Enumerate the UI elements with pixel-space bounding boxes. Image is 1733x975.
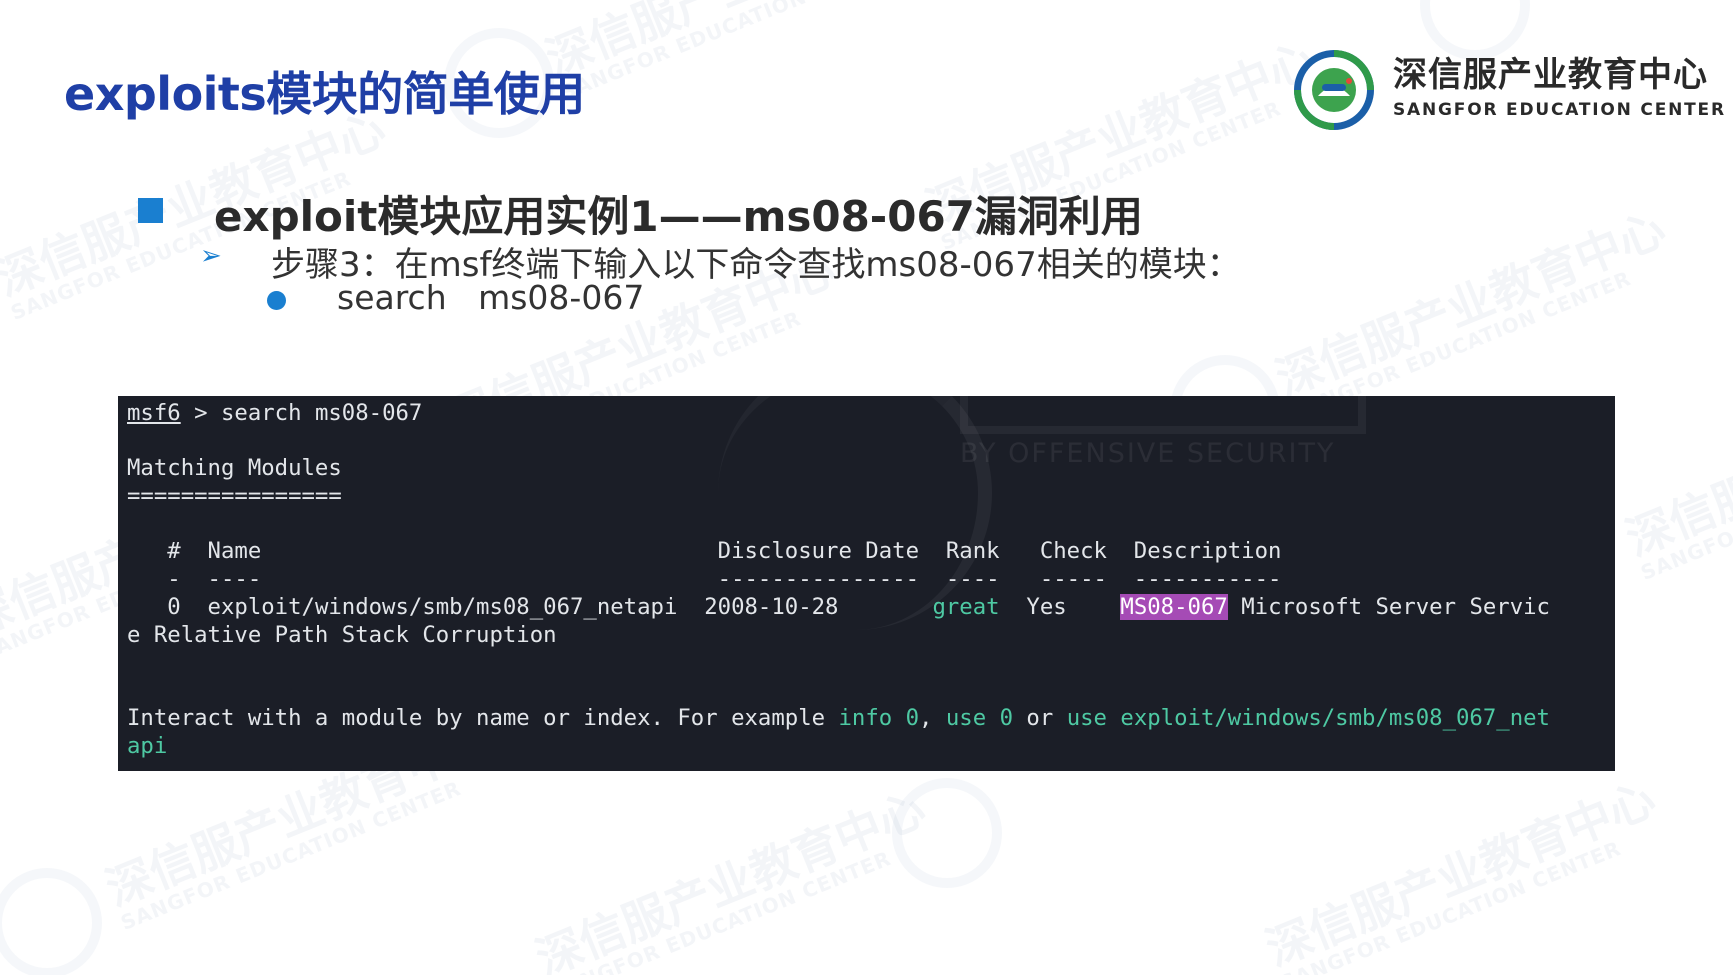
sangfor-logo-icon: SANGFOR EDUCATION CENTER 深信服产业教育中心	[1292, 48, 1374, 130]
dot-bullet-icon	[267, 291, 286, 310]
watermark: 深信服产业教育中心SANGFOR EDUCATION CENTER	[539, 0, 943, 105]
command-text: search ms08-067	[337, 278, 645, 317]
square-bullet-icon	[138, 198, 163, 223]
terminal-section-rule: ================	[127, 483, 342, 509]
terminal-table-row-wrap: e Relative Path Stack Corruption	[127, 622, 557, 648]
terminal-prompt-line: msf6 > search ms08-067	[127, 400, 423, 426]
logo-name-zh: 深信服产业教育中心	[1393, 55, 1708, 95]
watermark-badge	[1420, 0, 1530, 60]
terminal-table-row: 0 exploit/windows/smb/ms08_067_netapi 20…	[127, 594, 1550, 620]
terminal-typed-command: search ms08-067	[220, 400, 423, 426]
module-description: Microsoft Server Servic	[1227, 594, 1550, 620]
terminal-prompt: msf6	[127, 400, 181, 426]
section-heading: exploit模块应用实例1——ms08-067漏洞利用	[214, 192, 1143, 241]
logo-name-en: SANGFOR EDUCATION CENTER	[1393, 100, 1726, 120]
watermark: 深信服产业教育中心SANGFOR EDUCATION CENTER	[1618, 361, 1733, 585]
terminal-hint-wrap: api	[127, 733, 168, 759]
page-title: exploits模块的简单使用	[64, 67, 585, 121]
watermark: 深信服产业教育中心SANGFOR EDUCATION CENTER	[1258, 771, 1663, 975]
arrow-bullet-icon: ➢	[200, 241, 222, 271]
hint-use-command: use 0	[945, 705, 1013, 731]
terminal-table-rule: - ---- --------------- ---- ----- ------…	[127, 566, 1282, 592]
terminal-screenshot: BY OFFENSIVE SECURITY msf6 > search ms08…	[118, 396, 1615, 771]
logo-text: 深信服产业教育中心 SANGFOR EDUCATION CENTER	[1393, 58, 1726, 119]
terminal-section-title: Matching Modules	[127, 455, 342, 481]
watermark: 深信服产业教育中心SANGFOR EDUCATION CENTER	[528, 781, 933, 975]
terminal-hint-line: Interact with a module by name or index.…	[127, 705, 1550, 731]
terminal-bg-box	[960, 396, 1366, 434]
module-check: Yes	[999, 594, 1121, 620]
watermark: 深信服产业教育中心SANGFOR EDUCATION CENTER	[1268, 201, 1673, 425]
watermark-badge	[0, 868, 102, 975]
module-rank: great	[932, 594, 1000, 620]
hint-use-path-command: use exploit/windows/smb/ms08_067_net	[1066, 705, 1550, 731]
watermark-badge	[892, 778, 1002, 888]
terminal-bg-text: BY OFFENSIVE SECURITY	[960, 438, 1336, 469]
disclosure-date: 2008-10-28	[677, 594, 933, 620]
terminal-table-header: # Name Disclosure Date Rank Check Descri…	[127, 538, 1282, 564]
module-description-tag: MS08-067	[1120, 594, 1228, 620]
module-name: exploit/windows/smb/ms08_067_netapi	[207, 594, 678, 620]
hint-info-command: info 0	[838, 705, 920, 731]
